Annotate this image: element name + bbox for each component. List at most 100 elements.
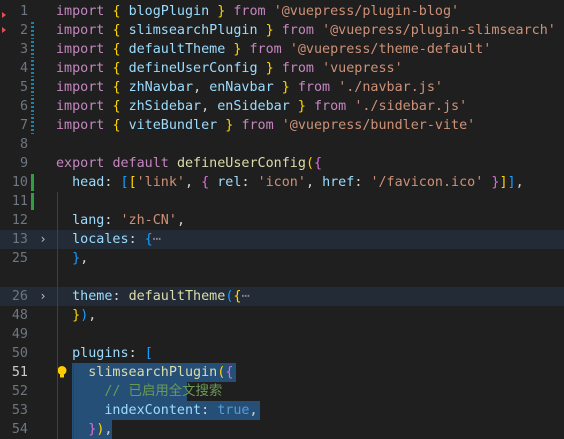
- code-token: ,: [104, 422, 113, 437]
- code-line[interactable]: 6 import { zhSidebar, enSidebar } from '.…: [0, 97, 564, 116]
- code-token: ,: [185, 175, 202, 190]
- code-token: }: [217, 118, 242, 133]
- modified-line-marker[interactable]: [31, 22, 34, 39]
- code-line[interactable]: 51 slimsearchPlugin({: [0, 363, 564, 382]
- code-token: import: [56, 42, 113, 57]
- code-token: from: [314, 99, 355, 114]
- code-token: from: [249, 42, 290, 57]
- code-token: from: [297, 80, 339, 95]
- code-editor[interactable]: 1 import { blogPlugin } from '@vuepress/p…: [0, 0, 564, 439]
- code-token: import: [56, 80, 113, 95]
- code-token: slimsearchPlugin: [128, 23, 258, 38]
- code-line[interactable]: 12 lang: 'zh-CN',: [0, 211, 564, 230]
- code-line[interactable]: [0, 268, 564, 287]
- code-line[interactable]: 9 export default defineUserConfig({: [0, 154, 564, 173]
- code-token: :: [354, 175, 371, 190]
- code-line[interactable]: 54 }),: [0, 420, 564, 439]
- code-line[interactable]: 26 › theme: defaultTheme({⋯: [0, 287, 564, 306]
- code-token: '/favicon.ico': [370, 175, 484, 190]
- chevron-right-icon[interactable]: ›: [36, 287, 50, 306]
- code-token: {: [112, 80, 129, 95]
- code-token: 'icon': [257, 175, 306, 190]
- code-token: enNavbar: [209, 80, 274, 95]
- modified-line-marker[interactable]: [31, 117, 34, 134]
- code-line[interactable]: 10 head: [['link', { rel: 'icon', href: …: [0, 173, 564, 192]
- code-line[interactable]: 13 › locales: {⋯: [0, 230, 564, 249]
- line-number: 11: [11, 194, 28, 209]
- code-token: viteBundler: [128, 118, 218, 133]
- code-token: :: [112, 289, 129, 304]
- code-token: ,: [80, 251, 89, 266]
- chevron-right-icon[interactable]: ›: [36, 230, 50, 249]
- line-number: 54: [11, 422, 28, 437]
- code-line[interactable]: 7 import { viteBundler } from '@vuepress/…: [0, 116, 564, 135]
- code-line[interactable]: 11: [0, 192, 564, 211]
- code-text: import { slimsearchPlugin } from '@vuepr…: [56, 21, 556, 40]
- code-line[interactable]: 1 import { blogPlugin } from '@vuepress/p…: [0, 2, 564, 21]
- code-line[interactable]: 50 plugins: [: [0, 344, 564, 363]
- code-token: default: [112, 156, 177, 171]
- code-token: {: [112, 23, 129, 38]
- code-line[interactable]: 4 import { defineUserConfig } from 'vuepr…: [0, 59, 564, 78]
- code-line[interactable]: 49: [0, 325, 564, 344]
- line-number: 52: [11, 384, 28, 399]
- error-triangle-icon[interactable]: [2, 27, 6, 33]
- code-token: ]: [499, 175, 508, 190]
- added-line-marker[interactable]: [31, 174, 34, 191]
- code-token: ,: [305, 175, 323, 190]
- line-number: 51: [11, 365, 28, 380]
- code-line[interactable]: 25 },: [0, 249, 564, 268]
- code-token: ,: [176, 213, 185, 228]
- code-token: {: [112, 118, 129, 133]
- code-token: rel: [217, 175, 242, 190]
- line-number: 5: [19, 80, 28, 95]
- modified-line-marker[interactable]: [31, 41, 34, 58]
- code-token: {: [112, 99, 129, 114]
- code-token: ,: [201, 99, 218, 114]
- code-text: head: [['link', { rel: 'icon', href: '/f…: [56, 173, 524, 192]
- code-token: enSidebar: [217, 99, 290, 114]
- code-token: }: [289, 99, 314, 114]
- code-line[interactable]: 52 // 已启用全文搜索: [0, 382, 564, 401]
- line-number: 25: [11, 251, 28, 266]
- code-token: defineUserConfig: [128, 61, 258, 76]
- code-token: 'vuepress': [322, 61, 403, 76]
- code-token: lang: [72, 213, 105, 228]
- code-line[interactable]: 8: [0, 135, 564, 154]
- code-token: from: [233, 4, 274, 19]
- code-token: import: [56, 61, 113, 76]
- code-token: import: [56, 118, 113, 133]
- code-text: plugins: [: [56, 344, 153, 363]
- code-token: {: [112, 61, 129, 76]
- code-line[interactable]: 48 }),: [0, 306, 564, 325]
- code-token: :: [104, 175, 121, 190]
- line-number: 53: [11, 403, 28, 418]
- modified-line-marker[interactable]: [31, 60, 34, 77]
- code-token: '@vuepress/bundler-vite': [281, 118, 476, 133]
- code-token: href: [322, 175, 355, 190]
- code-token: {: [201, 175, 218, 190]
- indent-guide: [57, 192, 58, 439]
- code-text: indexContent: true,: [56, 401, 257, 420]
- line-number: 26: [11, 289, 28, 304]
- error-triangle-icon[interactable]: [2, 12, 6, 18]
- code-token: ⋯: [241, 289, 250, 304]
- code-line[interactable]: 2 import { slimsearchPlugin } from '@vuep…: [0, 21, 564, 40]
- code-line[interactable]: 53 indexContent: true,: [0, 401, 564, 420]
- code-line[interactable]: 5 import { zhNavbar, enNavbar } from './n…: [0, 78, 564, 97]
- code-line[interactable]: 3 import { defaultTheme } from '@vuepress…: [0, 40, 564, 59]
- code-token: slimsearchPlugin: [88, 365, 218, 380]
- code-token: ,: [515, 175, 524, 190]
- code-text: export default defineUserConfig({: [56, 154, 322, 173]
- code-token: head: [72, 175, 105, 190]
- added-line-marker[interactable]: [31, 193, 34, 210]
- modified-line-marker[interactable]: [31, 79, 34, 96]
- code-token: }: [257, 23, 282, 38]
- code-token: 'link': [136, 175, 185, 190]
- code-token: ,: [88, 308, 97, 323]
- modified-line-marker[interactable]: [31, 98, 34, 115]
